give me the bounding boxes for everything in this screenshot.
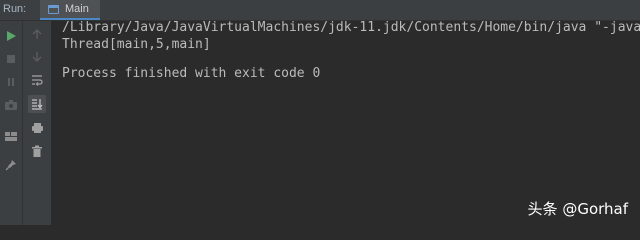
watermark: 头条 @Gorhaf bbox=[527, 200, 628, 218]
run-toolbar-secondary bbox=[23, 21, 52, 225]
run-tool-window-header: Run: Main bbox=[0, 0, 640, 21]
dump-threads-button[interactable] bbox=[2, 96, 20, 114]
print-icon bbox=[31, 123, 43, 133]
window-icon bbox=[48, 5, 59, 14]
restore-layout-button[interactable] bbox=[2, 127, 20, 145]
stop-icon bbox=[7, 55, 15, 63]
run-label: Run: bbox=[3, 3, 27, 15]
soft-wrap-button[interactable] bbox=[28, 71, 46, 89]
console-line-exit: Process finished with exit code 0 bbox=[62, 66, 321, 81]
previous-occurrence-button[interactable] bbox=[28, 25, 46, 43]
soft-wrap-icon bbox=[32, 75, 43, 86]
stop-button[interactable] bbox=[2, 50, 20, 68]
arrow-down-icon bbox=[32, 52, 42, 62]
print-button[interactable] bbox=[28, 119, 46, 137]
pause-icon bbox=[8, 78, 14, 86]
tab-main[interactable]: Main bbox=[40, 0, 100, 20]
layout-icon bbox=[5, 132, 17, 141]
console-line-command: /Library/Java/JavaVirtualMachines/jdk-11… bbox=[62, 21, 640, 35]
console-output[interactable]: /Library/Java/JavaVirtualMachines/jdk-11… bbox=[52, 21, 640, 225]
rerun-button[interactable] bbox=[2, 27, 20, 45]
next-occurrence-button[interactable] bbox=[28, 48, 46, 66]
scroll-to-end-button[interactable] bbox=[28, 95, 46, 113]
tab-main-label: Main bbox=[65, 3, 89, 15]
camera-icon bbox=[5, 100, 17, 110]
clear-all-button[interactable] bbox=[28, 142, 46, 160]
trash-icon bbox=[32, 145, 42, 157]
scroll-to-end-icon bbox=[32, 99, 43, 110]
run-icon bbox=[7, 31, 16, 41]
run-toolbar-primary bbox=[0, 21, 23, 225]
console-line-thread: Thread[main,5,main] bbox=[62, 37, 211, 52]
pin-tab-button[interactable] bbox=[2, 156, 20, 174]
pin-icon bbox=[5, 160, 16, 171]
arrow-up-icon bbox=[32, 29, 42, 39]
pause-button[interactable] bbox=[2, 73, 20, 91]
